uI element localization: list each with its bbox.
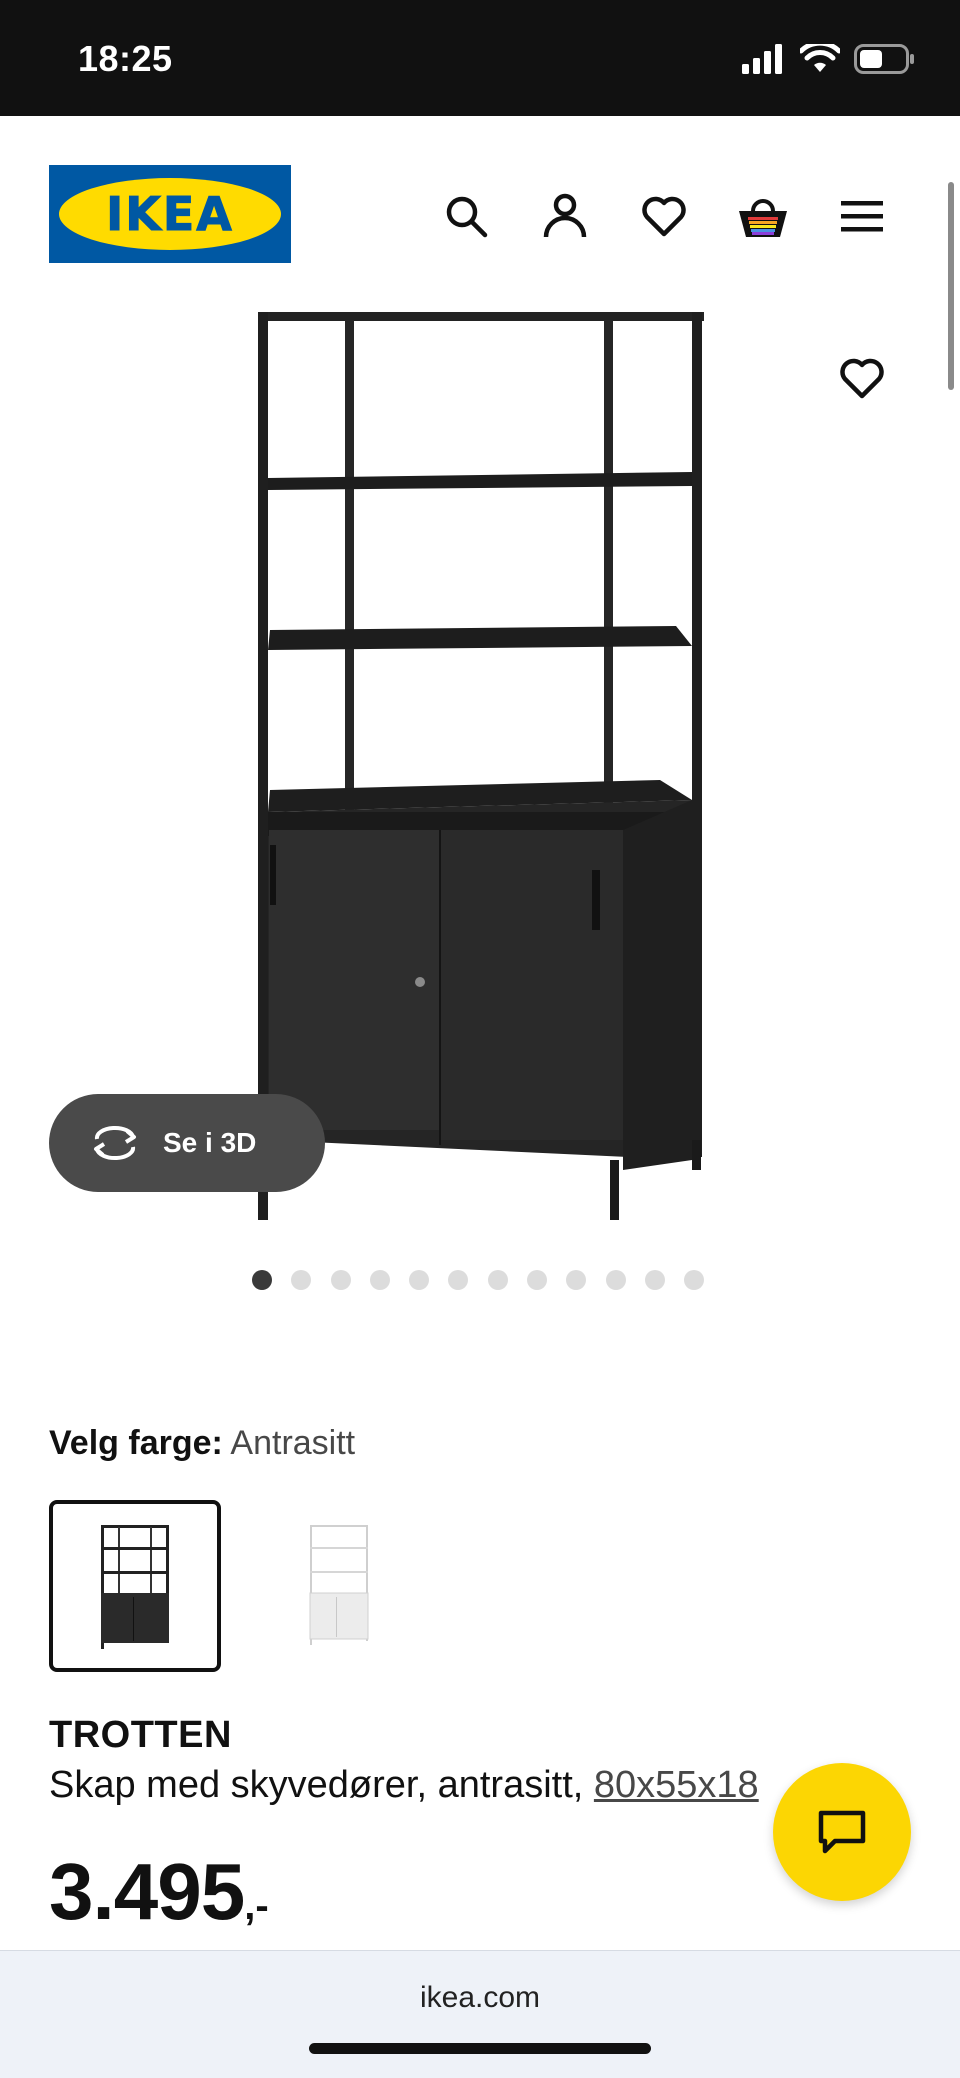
- gallery-dot[interactable]: [605, 1270, 626, 1290]
- swatch-thumbnail-white: [309, 1525, 369, 1645]
- gallery-dot[interactable]: [369, 1270, 390, 1290]
- product-size-link[interactable]: 80x55x18: [594, 1764, 759, 1806]
- gallery-dot[interactable]: [409, 1270, 430, 1290]
- color-selection: Velg farge: Antrasitt: [49, 1424, 355, 1463]
- color-label: Velg farge:: [49, 1424, 223, 1462]
- rotate-3d-icon: [94, 1125, 136, 1161]
- see-in-3d-button[interactable]: Se i 3D: [49, 1094, 325, 1192]
- gallery-pagination: [252, 1270, 705, 1290]
- signal-icon: [742, 44, 782, 74]
- search-button[interactable]: [438, 188, 494, 244]
- cart-icon: [739, 199, 787, 237]
- page-scrollbar[interactable]: [948, 182, 954, 390]
- see-in-3d-label: Se i 3D: [163, 1127, 257, 1158]
- battery-icon: [854, 44, 914, 74]
- logo-text: IKEA: [106, 187, 234, 242]
- wishlist-button[interactable]: [636, 188, 692, 244]
- product-image: [258, 312, 704, 1220]
- gallery-dot[interactable]: [644, 1270, 665, 1290]
- product-price: 3.495,-: [49, 1846, 269, 1938]
- gallery-dot[interactable]: [487, 1270, 508, 1290]
- cart-button[interactable]: [735, 188, 791, 244]
- product-description: Skap med skyvedører, antrasitt, 80x55x18: [49, 1764, 759, 1807]
- gallery-dot[interactable]: [330, 1270, 351, 1290]
- status-icons: [742, 44, 916, 74]
- wifi-icon: [800, 44, 840, 72]
- price-value: 3.495: [49, 1847, 245, 1936]
- add-to-wishlist-button[interactable]: [834, 350, 890, 406]
- wishlist-icon: [642, 196, 686, 237]
- gallery-dot[interactable]: [291, 1270, 312, 1290]
- menu-button[interactable]: [834, 188, 890, 244]
- chat-button[interactable]: [773, 1763, 911, 1901]
- heart-icon: [840, 358, 884, 399]
- account-icon: [543, 193, 587, 238]
- home-indicator[interactable]: [309, 2043, 651, 2054]
- status-bar: 18:25: [0, 0, 960, 116]
- price-suffix: ,-: [244, 1884, 269, 1928]
- swatch-thumbnail-dark: [101, 1525, 169, 1649]
- ikea-logo[interactable]: IKEA: [49, 165, 291, 263]
- site-header: IKEA: [0, 116, 960, 306]
- menu-icon: [841, 201, 883, 232]
- gallery-dot[interactable]: [684, 1270, 705, 1290]
- status-time: 18:25: [78, 38, 173, 79]
- browser-address-bar[interactable]: ikea.com: [0, 1950, 960, 2078]
- product-description-text: Skap med skyvedører, antrasitt,: [49, 1764, 584, 1806]
- gallery-dot[interactable]: [566, 1270, 587, 1290]
- chat-icon: [818, 1810, 866, 1854]
- account-button[interactable]: [537, 188, 593, 244]
- color-option-antrasitt[interactable]: [49, 1500, 221, 1672]
- product-name: TROTTEN: [49, 1714, 232, 1756]
- search-icon: [446, 196, 488, 238]
- color-value: Antrasitt: [230, 1424, 356, 1462]
- gallery-dot[interactable]: [448, 1270, 469, 1290]
- browser-url: ikea.com: [419, 1981, 541, 2014]
- gallery-dot[interactable]: [252, 1270, 272, 1290]
- color-option-hvit[interactable]: [250, 1500, 422, 1672]
- logo-oval: IKEA: [59, 178, 281, 250]
- gallery-dot[interactable]: [527, 1270, 548, 1290]
